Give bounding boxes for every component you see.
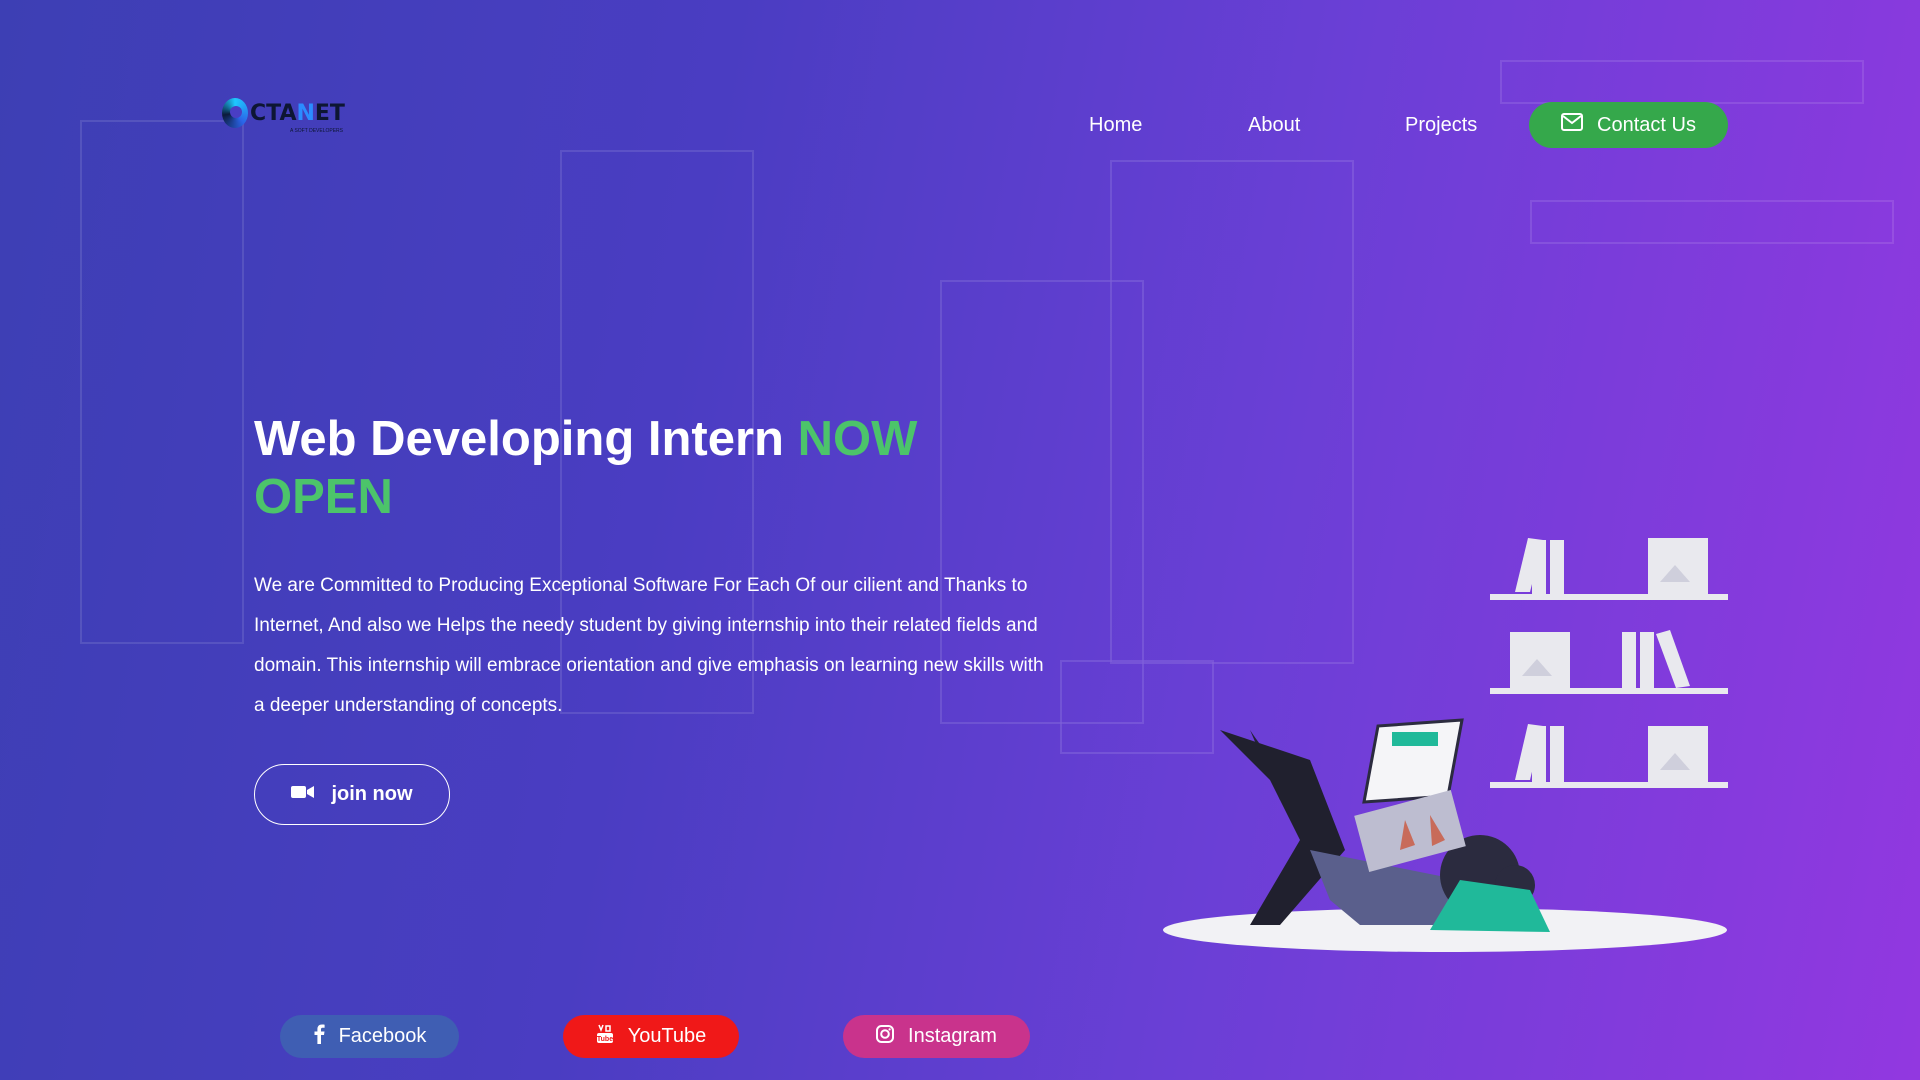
logo[interactable]: CTANET A SOFT DEVELOPERS — [222, 98, 345, 134]
instagram-label: Instagram — [908, 1025, 997, 1047]
landing-page: CTANET A SOFT DEVELOPERS Home About Proj… — [0, 0, 1920, 1080]
instagram-button[interactable]: Instagram — [843, 1015, 1030, 1058]
svg-text:Tube: Tube — [597, 1036, 613, 1043]
person-with-laptop-illustration — [1163, 538, 1728, 952]
youtube-label: YouTube — [627, 1025, 707, 1047]
facebook-button[interactable]: Facebook — [280, 1015, 459, 1058]
nav-projects-link[interactable]: Projects — [1405, 114, 1477, 137]
join-now-label: join now — [331, 783, 413, 805]
envelope-icon — [1561, 113, 1584, 137]
video-camera-icon — [291, 783, 315, 806]
contact-us-label: Contact Us — [1597, 113, 1696, 136]
youtube-button[interactable]: Tube YouTube — [563, 1015, 739, 1058]
logo-mark-icon — [222, 98, 248, 128]
logo-text: CTANET — [250, 100, 345, 126]
nav-home-link[interactable]: Home — [1089, 114, 1142, 137]
hero-title: Web Developing Intern NOW OPEN — [254, 412, 918, 524]
instagram-icon — [876, 1024, 895, 1049]
hero-description: We are Committed to Producing Exceptiona… — [254, 575, 1044, 716]
youtube-icon: Tube — [596, 1024, 614, 1050]
facebook-icon — [313, 1024, 325, 1050]
nav-about-link[interactable]: About — [1248, 114, 1300, 137]
join-now-button[interactable]: join now — [254, 764, 450, 825]
logo-subtitle: A SOFT DEVELOPERS — [290, 128, 343, 134]
facebook-label: Facebook — [338, 1025, 427, 1047]
contact-us-button[interactable]: Contact Us — [1529, 102, 1728, 148]
